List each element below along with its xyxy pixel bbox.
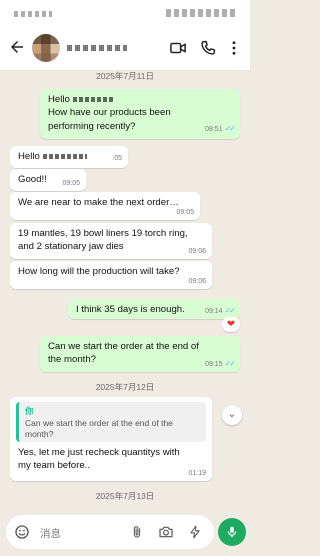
video-call-icon[interactable] — [168, 39, 188, 57]
message-outgoing[interactable]: Hello How have our products been perform… — [40, 89, 240, 139]
message-input-placeholder: 消息 — [40, 528, 61, 540]
contact-name-blurred[interactable] — [67, 45, 127, 51]
message-composer: 消息 — [0, 510, 250, 556]
camera-icon[interactable] — [158, 524, 174, 540]
date-separator: 2025年7月11日 — [96, 71, 154, 81]
heart-reaction-icon[interactable]: ❤ — [222, 317, 240, 332]
message-incoming[interactable]: We are near to make the next order… 09:0… — [10, 192, 200, 220]
read-receipt-icon: ✓✓ — [224, 358, 236, 368]
chat-messages[interactable]: 2025年7月11日 Hello How have our products b… — [0, 70, 250, 510]
message-incoming[interactable]: Hello :05 — [10, 146, 128, 168]
date-separator: 2025年7月13日 — [95, 491, 155, 501]
lightning-icon[interactable] — [188, 524, 202, 540]
quoted-message[interactable]: 你 Can we start the order at the end of t… — [16, 402, 206, 442]
chevron-double-down-icon[interactable]: ⌄ — [222, 405, 242, 425]
message-incoming-reply[interactable]: 你 Can we start the order at the end of t… — [10, 397, 212, 481]
status-bar — [0, 0, 250, 26]
message-incoming[interactable]: 19 mantles, 19 bowl liners 19 torch ring… — [10, 223, 212, 259]
arrow-left-icon[interactable] — [8, 38, 26, 56]
chat-header — [0, 26, 250, 71]
date-separator: 2025年7月12日 — [95, 382, 155, 392]
message-outgoing[interactable]: I think 35 days is enough. 09:14 ✓✓ — [68, 299, 240, 319]
emoji-icon[interactable] — [14, 524, 30, 540]
microphone-icon — [227, 526, 237, 538]
message-incoming[interactable]: How long will the production will take? … — [10, 261, 212, 289]
read-receipt-icon: ✓✓ — [224, 305, 236, 315]
more-vertical-icon[interactable] — [228, 39, 240, 57]
read-receipt-icon: ✓✓ — [224, 123, 236, 133]
message-input[interactable]: 消息 — [6, 515, 214, 549]
status-bar-right-blurred — [166, 9, 238, 17]
avatar[interactable] — [32, 34, 60, 62]
message-incoming[interactable]: Good!! 09:05 — [10, 169, 86, 191]
paperclip-icon[interactable] — [130, 524, 144, 540]
message-outgoing[interactable]: Can we start the order at the end of the… — [40, 336, 240, 372]
phone-icon[interactable] — [199, 39, 217, 57]
microphone-button[interactable] — [218, 518, 246, 546]
status-bar-left-blurred — [14, 11, 52, 17]
